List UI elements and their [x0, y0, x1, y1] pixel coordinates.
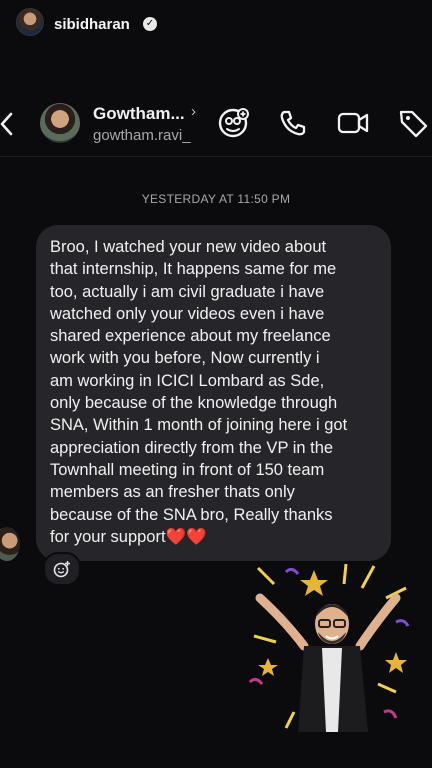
chat-header: Gowtham... › gowtham.ravi_	[0, 92, 432, 157]
message-line: SNA, Within 1 month of joining here i go…	[50, 416, 348, 435]
top-bar: sibidharan ✓	[0, 0, 432, 52]
message-line: watched only your videos even i have	[50, 304, 325, 323]
tag-icon[interactable]	[396, 106, 430, 140]
phone-icon[interactable]	[276, 106, 310, 140]
profile-username[interactable]: sibidharan	[54, 16, 130, 33]
add-reaction-icon	[53, 561, 70, 578]
contact-avatar[interactable]	[40, 103, 80, 143]
profile-avatar[interactable]	[16, 8, 44, 36]
video-camera-icon[interactable]	[336, 106, 370, 140]
message-line: shared experience about my freelance	[50, 327, 331, 346]
message-bubble[interactable]: Broo, I watched your new video about tha…	[36, 225, 391, 561]
message-timestamp: YESTERDAY AT 11:50 PM	[141, 192, 291, 206]
add-reaction-button[interactable]	[43, 552, 81, 586]
message-line: am working in ICICI Lombard as Sde,	[50, 371, 325, 390]
celebration-sticker[interactable]	[246, 562, 422, 732]
message-line: only because of the knowledge through	[50, 394, 338, 413]
message-line: too, actually i am civil graduate i have	[50, 282, 325, 301]
verified-badge-icon: ✓	[143, 17, 157, 31]
chevron-left-icon[interactable]	[0, 106, 22, 142]
message-line: appreciation directly from the VP in the	[50, 438, 334, 457]
message-line: Townhall meeting in front of 150 team	[50, 460, 325, 479]
contact-handle[interactable]: gowtham.ravi_	[93, 127, 191, 144]
add-people-icon[interactable]	[216, 106, 250, 140]
message-line: Broo, I watched your new video about	[50, 238, 327, 256]
message-line: because of the SNA bro, Really thanks	[50, 505, 333, 524]
message-line: members as an fresher thats only	[50, 483, 295, 502]
chevron-right-icon[interactable]: ›	[191, 103, 196, 120]
message-line: that internship, It happens same for me	[50, 260, 337, 279]
message-line: work with you before, Now currently i	[50, 349, 320, 368]
contact-name[interactable]: Gowtham...	[93, 104, 185, 124]
sender-avatar[interactable]	[0, 527, 20, 561]
message-line: for your support❤️❤️	[50, 527, 207, 546]
